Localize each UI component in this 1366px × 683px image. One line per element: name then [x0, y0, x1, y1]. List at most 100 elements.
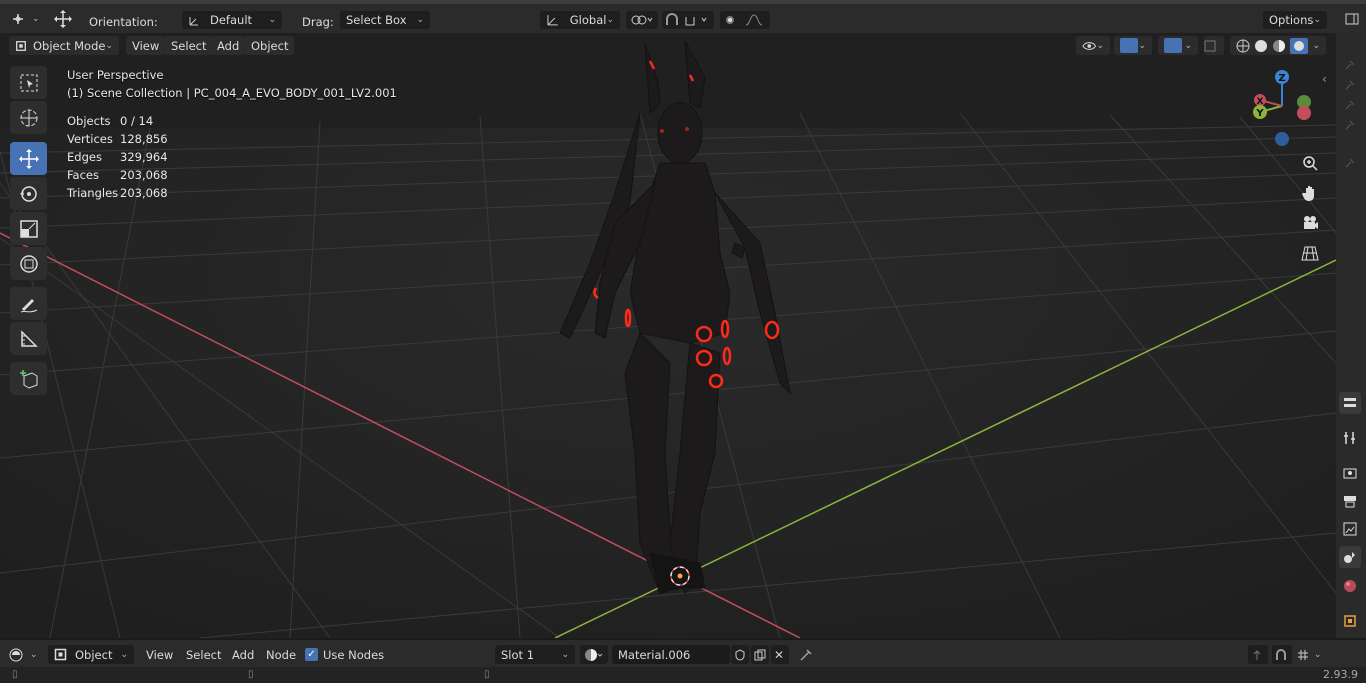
pivot-icon — [631, 15, 653, 25]
annotate-tool[interactable] — [10, 287, 47, 320]
magnet-icon — [1276, 648, 1286, 660]
fake-user-button[interactable] — [731, 645, 749, 664]
drag-dropdown[interactable]: Select Box ⌄ — [340, 11, 430, 29]
perspective-grid-icon[interactable] — [1298, 241, 1322, 265]
orientation-dropdown[interactable]: Default ⌄ — [182, 11, 282, 29]
menu-add[interactable]: Add — [232, 645, 254, 664]
stat-row: Triangles 203,068 — [67, 184, 168, 202]
stat-row: Faces 203,068 — [67, 166, 168, 184]
overlay-toggle[interactable]: ⌄ — [1158, 36, 1198, 55]
mouse-right-icon: ▯ — [484, 669, 490, 680]
zoom-icon[interactable] — [1298, 151, 1322, 175]
material-browse-button[interactable] — [580, 645, 608, 664]
properties-editor-icon[interactable] — [1339, 392, 1361, 414]
wireframe-shading-icon[interactable] — [1236, 39, 1250, 53]
orientation-value: Default — [210, 13, 253, 27]
viewport-3d[interactable] — [0, 33, 1336, 638]
menu-add[interactable]: Add — [211, 36, 246, 55]
xray-toggle[interactable] — [1204, 36, 1224, 55]
transform-icon — [19, 254, 38, 273]
menu-select[interactable]: Select — [186, 645, 221, 664]
menu-view[interactable]: View — [146, 645, 173, 664]
stat-label: Triangles — [67, 186, 119, 200]
chevron-down-icon: ⌄ — [30, 649, 38, 660]
pencil-icon — [20, 298, 37, 312]
stat-row: Edges 329,964 — [67, 148, 168, 166]
camera-icon[interactable] — [1298, 211, 1322, 235]
select-box-icon — [20, 74, 37, 91]
material-name-field[interactable]: Material.006 — [612, 645, 730, 664]
editor-type-dropdown[interactable]: ⌄ — [8, 645, 38, 664]
material-slot-dropdown[interactable]: Slot 1 ⌄ — [495, 645, 575, 664]
chevron-down-icon: ⌄ — [416, 15, 424, 25]
shader-type-dropdown[interactable]: Object ⌄ — [48, 645, 134, 664]
select-box-tool[interactable] — [10, 66, 47, 99]
add-cube-tool[interactable] — [10, 362, 47, 395]
snap-toggle[interactable] — [1272, 645, 1292, 664]
stat-row: Vertices 128,856 — [67, 130, 168, 148]
collapse-arrow-icon[interactable]: ‹ — [1322, 72, 1327, 86]
parent-node-tree-button[interactable] — [1248, 645, 1268, 664]
menu-object[interactable]: Object — [245, 36, 295, 55]
move-gizmo-icon[interactable] — [50, 10, 76, 28]
mode-value: Object Mode — [33, 38, 106, 53]
y-axis-label: Y — [1255, 108, 1264, 119]
shader-editor-header: ⌄ Object ⌄ View Select Add Node ✓ Use No… — [0, 639, 1366, 668]
menu-node[interactable]: Node — [266, 645, 296, 664]
menu-view[interactable]: View — [126, 36, 166, 55]
view-layer-properties-icon[interactable] — [1339, 518, 1361, 540]
pivot-point-button[interactable] — [626, 11, 658, 29]
pin-icon — [1339, 114, 1361, 136]
proportional-edit-icon — [726, 14, 763, 26]
neg-x-axis-button[interactable] — [1297, 106, 1311, 120]
scene-properties-icon[interactable] — [1339, 546, 1361, 568]
stat-value: 128,856 — [120, 132, 168, 146]
hand-pan-icon[interactable] — [1298, 181, 1322, 205]
neg-z-axis-button[interactable] — [1275, 132, 1289, 146]
visibility-dropdown[interactable]: ⌄ — [1076, 36, 1110, 55]
sidebar-toggle-icon[interactable] — [1344, 10, 1360, 28]
mouse-left-icon: ▯ — [12, 669, 18, 680]
unlink-material-button[interactable]: ✕ — [771, 645, 789, 664]
transform-orientation-dropdown[interactable]: Global ⌄ — [540, 11, 620, 29]
object-properties-icon[interactable] — [1339, 610, 1361, 632]
pin-button[interactable] — [799, 645, 813, 664]
mode-dropdown[interactable]: Object Mode ⌄ — [9, 36, 119, 55]
menu-select[interactable]: Select — [165, 36, 213, 55]
chevron-down-icon: ⌄ — [105, 40, 113, 51]
editor-type-button[interactable]: ⌄ — [10, 10, 40, 28]
transform-space-value: Global — [569, 13, 607, 27]
rotate-icon — [19, 185, 37, 202]
checkbox-checked-icon: ✓ — [305, 648, 318, 661]
rendered-shading-icon[interactable] — [1290, 37, 1308, 54]
drag-value: Select Box — [346, 13, 407, 27]
close-icon: ✕ — [774, 647, 785, 662]
world-properties-icon[interactable] — [1339, 575, 1361, 597]
snap-button[interactable] — [662, 11, 714, 29]
transform-tool[interactable] — [10, 247, 47, 280]
snap-element-dropdown[interactable]: ⌄ — [1296, 645, 1322, 664]
gizmo-toggle[interactable]: ⌄ — [1114, 36, 1152, 55]
measure-tool[interactable] — [10, 322, 47, 355]
version-label: 2.93.9 — [1323, 668, 1358, 681]
solid-shading-icon[interactable] — [1254, 39, 1268, 53]
object-mode-icon — [16, 40, 26, 51]
render-properties-icon[interactable] — [1339, 462, 1361, 484]
stat-label: Edges — [67, 150, 102, 164]
cursor-tool[interactable] — [10, 101, 47, 134]
chevron-down-icon: ⌄ — [1096, 40, 1104, 51]
tool-properties-icon[interactable] — [1339, 427, 1361, 449]
use-nodes-checkbox[interactable]: ✓ Use Nodes — [305, 645, 384, 664]
output-properties-icon[interactable] — [1339, 490, 1361, 512]
overlay-icon — [1164, 38, 1182, 53]
duplicate-material-button[interactable] — [751, 645, 769, 664]
move-tool[interactable] — [10, 142, 47, 175]
options-dropdown[interactable]: Options ⌄ — [1263, 11, 1327, 29]
proportional-edit-button[interactable] — [720, 11, 770, 29]
shading-mode-group[interactable]: ⌄ — [1230, 36, 1326, 55]
navigation-gizmo[interactable]: Z X Y — [1244, 66, 1320, 150]
scale-tool[interactable] — [10, 212, 47, 245]
rotate-tool[interactable] — [10, 177, 47, 210]
arrow-up-icon — [1253, 649, 1261, 660]
material-shading-icon[interactable] — [1272, 39, 1286, 53]
